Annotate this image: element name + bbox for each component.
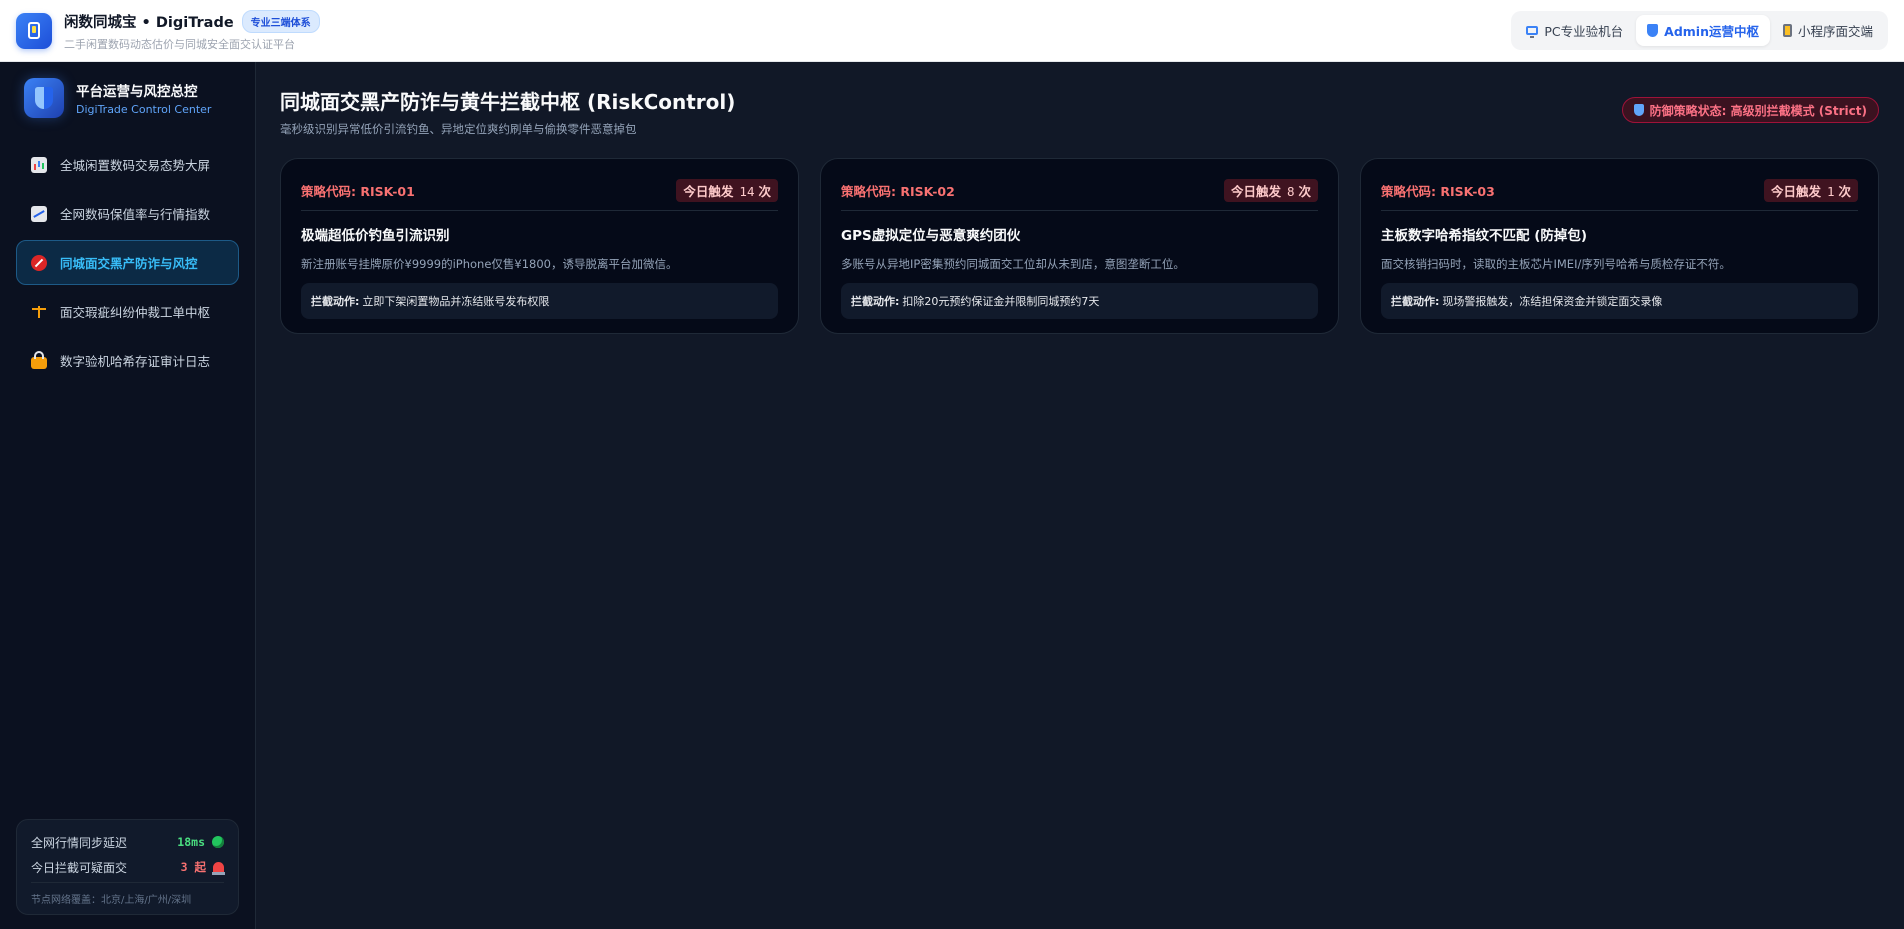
trigger-count-badge: 今日触发 14 次	[676, 179, 778, 202]
main-content: 同城面交黑产防诈与黄牛拦截中枢 (RiskControl) 毫秒级识别异常低价引…	[257, 62, 1904, 929]
strategy-cards: 策略代码: RISK-01 今日触发 14 次 极端超低价钓鱼引流识别 新注册账号挂…	[280, 158, 1879, 334]
intercept-action: 拦截动作: 立即下架闲置物品并冻结账号发布权限	[301, 283, 778, 319]
desktop-icon	[1526, 26, 1539, 38]
intercept-action-label: 拦截动作:	[1391, 295, 1440, 308]
sidebar-item-risk-control[interactable]: 同城面交黑产防诈与风控	[16, 240, 239, 285]
trigger-count: 14	[739, 184, 755, 199]
tab-pc-inspection[interactable]: PC专业验机台	[1515, 15, 1634, 46]
sidebar-item-label: 数字验机哈希存证审计日志	[60, 354, 211, 369]
trigger-prefix: 今日触发	[1230, 184, 1281, 199]
terminal-switcher: PC专业验机台 Admin运营中枢 小程序面交端	[1511, 11, 1888, 50]
intercept-action-text: 扣除20元预约保证金并限制同城预约7天	[902, 295, 1100, 308]
intercept-action-label: 拦截动作:	[851, 295, 900, 308]
app-subtitle: 二手闲置数码动态估价与同城安全面交认证平台	[64, 37, 295, 51]
trigger-prefix: 今日触发	[683, 184, 734, 199]
app-logo-icon	[16, 12, 52, 49]
strategy-card: 策略代码: RISK-01 今日触发 14 次 极端超低价钓鱼引流识别 新注册账号挂…	[280, 158, 799, 334]
tab-label: PC专业验机台	[1544, 24, 1624, 39]
sidebar-nav: 全城闲置数码交易态势大屏 全网数码保值率与行情指数 同城面交黑产防诈与风控 面交…	[0, 134, 255, 391]
sidebar: 平台运营与风控总控 DigiTrade Control Center 全城闲置数…	[0, 62, 256, 929]
strategy-card: 策略代码: RISK-02 今日触发 8 次 GPS虚拟定位与恶意爽约团伙 多账号从…	[820, 158, 1339, 334]
prohibited-icon	[31, 254, 47, 271]
sidebar-item-trade-dashboard[interactable]: 全城闲置数码交易态势大屏	[16, 142, 239, 187]
bar-chart-icon	[31, 156, 47, 173]
brand-block: 闲数同城宝 • DigiTrade 专业三端体系 二手闲置数码动态估价与同城安全…	[64, 9, 320, 52]
sidebar-item-label: 全城闲置数码交易态势大屏	[60, 158, 211, 173]
strategy-title: 极端超低价钓鱼引流识别	[301, 228, 450, 244]
sync-latency-label: 全网行情同步延迟	[31, 835, 128, 850]
intercept-action-text: 现场警报触发，冻结担保资金并锁定面交录像	[1442, 295, 1663, 308]
mobile-icon	[1782, 24, 1792, 37]
sidebar-item-label: 同城面交黑产防诈与风控	[60, 256, 198, 271]
trigger-unit: 次	[1838, 184, 1851, 199]
app-title: 闲数同城宝 • DigiTrade	[64, 14, 234, 31]
trigger-prefix: 今日触发	[1770, 184, 1821, 199]
intercept-count-value: 3 起	[180, 860, 206, 874]
strategy-description: 面交核销扫码时，读取的主板芯片IMEI/序列号哈希与质检存证不符。	[1381, 257, 1731, 271]
shield-logo-icon	[24, 78, 64, 118]
trend-chart-icon	[31, 205, 47, 222]
intercept-count-label: 今日拦截可疑面交	[31, 860, 128, 875]
intercept-action: 拦截动作: 现场警报触发，冻结担保资金并锁定面交录像	[1381, 283, 1858, 319]
sync-latency-row: 全网行情同步延迟 18ms	[31, 832, 224, 852]
trigger-unit: 次	[1298, 184, 1311, 199]
top-header: 闲数同城宝 • DigiTrade 专业三端体系 二手闲置数码动态估价与同城安全…	[0, 0, 1904, 62]
intercept-action: 拦截动作: 扣除20元预约保证金并限制同城预约7天	[841, 283, 1318, 319]
page-title: 同城面交黑产防诈与黄牛拦截中枢 (RiskControl)	[280, 90, 736, 114]
shield-icon	[1647, 24, 1659, 37]
siren-icon	[212, 861, 225, 875]
tab-label: 小程序面交端	[1797, 24, 1873, 39]
strategy-code: 策略代码: RISK-02	[841, 184, 955, 199]
intercept-action-text: 立即下架闲置物品并冻结账号发布权限	[362, 295, 550, 308]
sidebar-item-arbitration[interactable]: 面交瑕疵纠纷仲裁工单中枢	[16, 289, 239, 334]
lock-icon	[31, 350, 47, 369]
trigger-count: 1	[1826, 184, 1835, 199]
scales-icon	[31, 304, 47, 320]
divider	[31, 882, 224, 883]
sidebar-item-label: 面交瑕疵纠纷仲裁工单中枢	[60, 305, 211, 320]
system-status-panel: 全网行情同步延迟 18ms 今日拦截可疑面交 3 起 节点网络覆盖：北京/上海/…	[16, 819, 239, 915]
strategy-code: 策略代码: RISK-03	[1381, 184, 1495, 199]
trigger-count: 8	[1286, 184, 1295, 199]
intercept-count-row: 今日拦截可疑面交 3 起	[31, 857, 225, 877]
trigger-count-badge: 今日触发 1 次	[1763, 179, 1858, 202]
sidebar-title: 平台运营与风控总控	[76, 84, 198, 100]
sidebar-item-audit-log[interactable]: 数字验机哈希存证审计日志	[16, 338, 239, 383]
strategy-card: 策略代码: RISK-03 今日触发 1 次 主板数字哈希指纹不匹配 (防掉包) 面…	[1360, 158, 1879, 334]
trigger-unit: 次	[758, 184, 771, 199]
sidebar-subtitle: DigiTrade Control Center	[76, 103, 212, 116]
defense-mode-text: 防御策略状态: 高级别拦截模式 (Strict)	[1649, 103, 1867, 118]
page-header: 同城面交黑产防诈与黄牛拦截中枢 (RiskControl) 毫秒级识别异常低价引…	[280, 86, 735, 137]
intercept-action-label: 拦截动作:	[311, 295, 360, 308]
shield-icon	[1633, 104, 1644, 116]
trigger-count-badge: 今日触发 8 次	[1223, 179, 1318, 202]
tab-admin-hub[interactable]: Admin运营中枢	[1636, 15, 1770, 46]
sidebar-item-value-index[interactable]: 全网数码保值率与行情指数	[16, 191, 239, 236]
strategy-title: 主板数字哈希指纹不匹配 (防掉包)	[1381, 228, 1588, 244]
node-coverage: 节点网络覆盖：北京/上海/广州/深圳	[31, 895, 192, 906]
sync-latency-value: 18ms	[177, 835, 205, 849]
sidebar-brand: 平台运营与风控总控 DigiTrade Control Center	[0, 62, 255, 134]
page-subtitle: 毫秒级识别异常低价引流钓鱼、异地定位爽约刷单与偷换零件恶意掉包	[280, 122, 637, 136]
defense-mode-badge: 防御策略状态: 高级别拦截模式 (Strict)	[1621, 97, 1879, 123]
globe-icon	[212, 836, 224, 848]
tab-mini-program[interactable]: 小程序面交端	[1772, 15, 1884, 46]
strategy-description: 多账号从异地IP密集预约同城面交工位却从未到店，意图垄断工位。	[841, 257, 1185, 271]
strategy-title: GPS虚拟定位与恶意爽约团伙	[841, 228, 1021, 244]
tab-label: Admin运营中枢	[1664, 24, 1759, 39]
strategy-description: 新注册账号挂牌原价¥9999的iPhone仅售¥1800，诱导脱离平台加微信。	[301, 257, 678, 271]
strategy-code: 策略代码: RISK-01	[301, 184, 415, 199]
sidebar-item-label: 全网数码保值率与行情指数	[60, 207, 211, 222]
edition-badge: 专业三端体系	[241, 9, 320, 33]
